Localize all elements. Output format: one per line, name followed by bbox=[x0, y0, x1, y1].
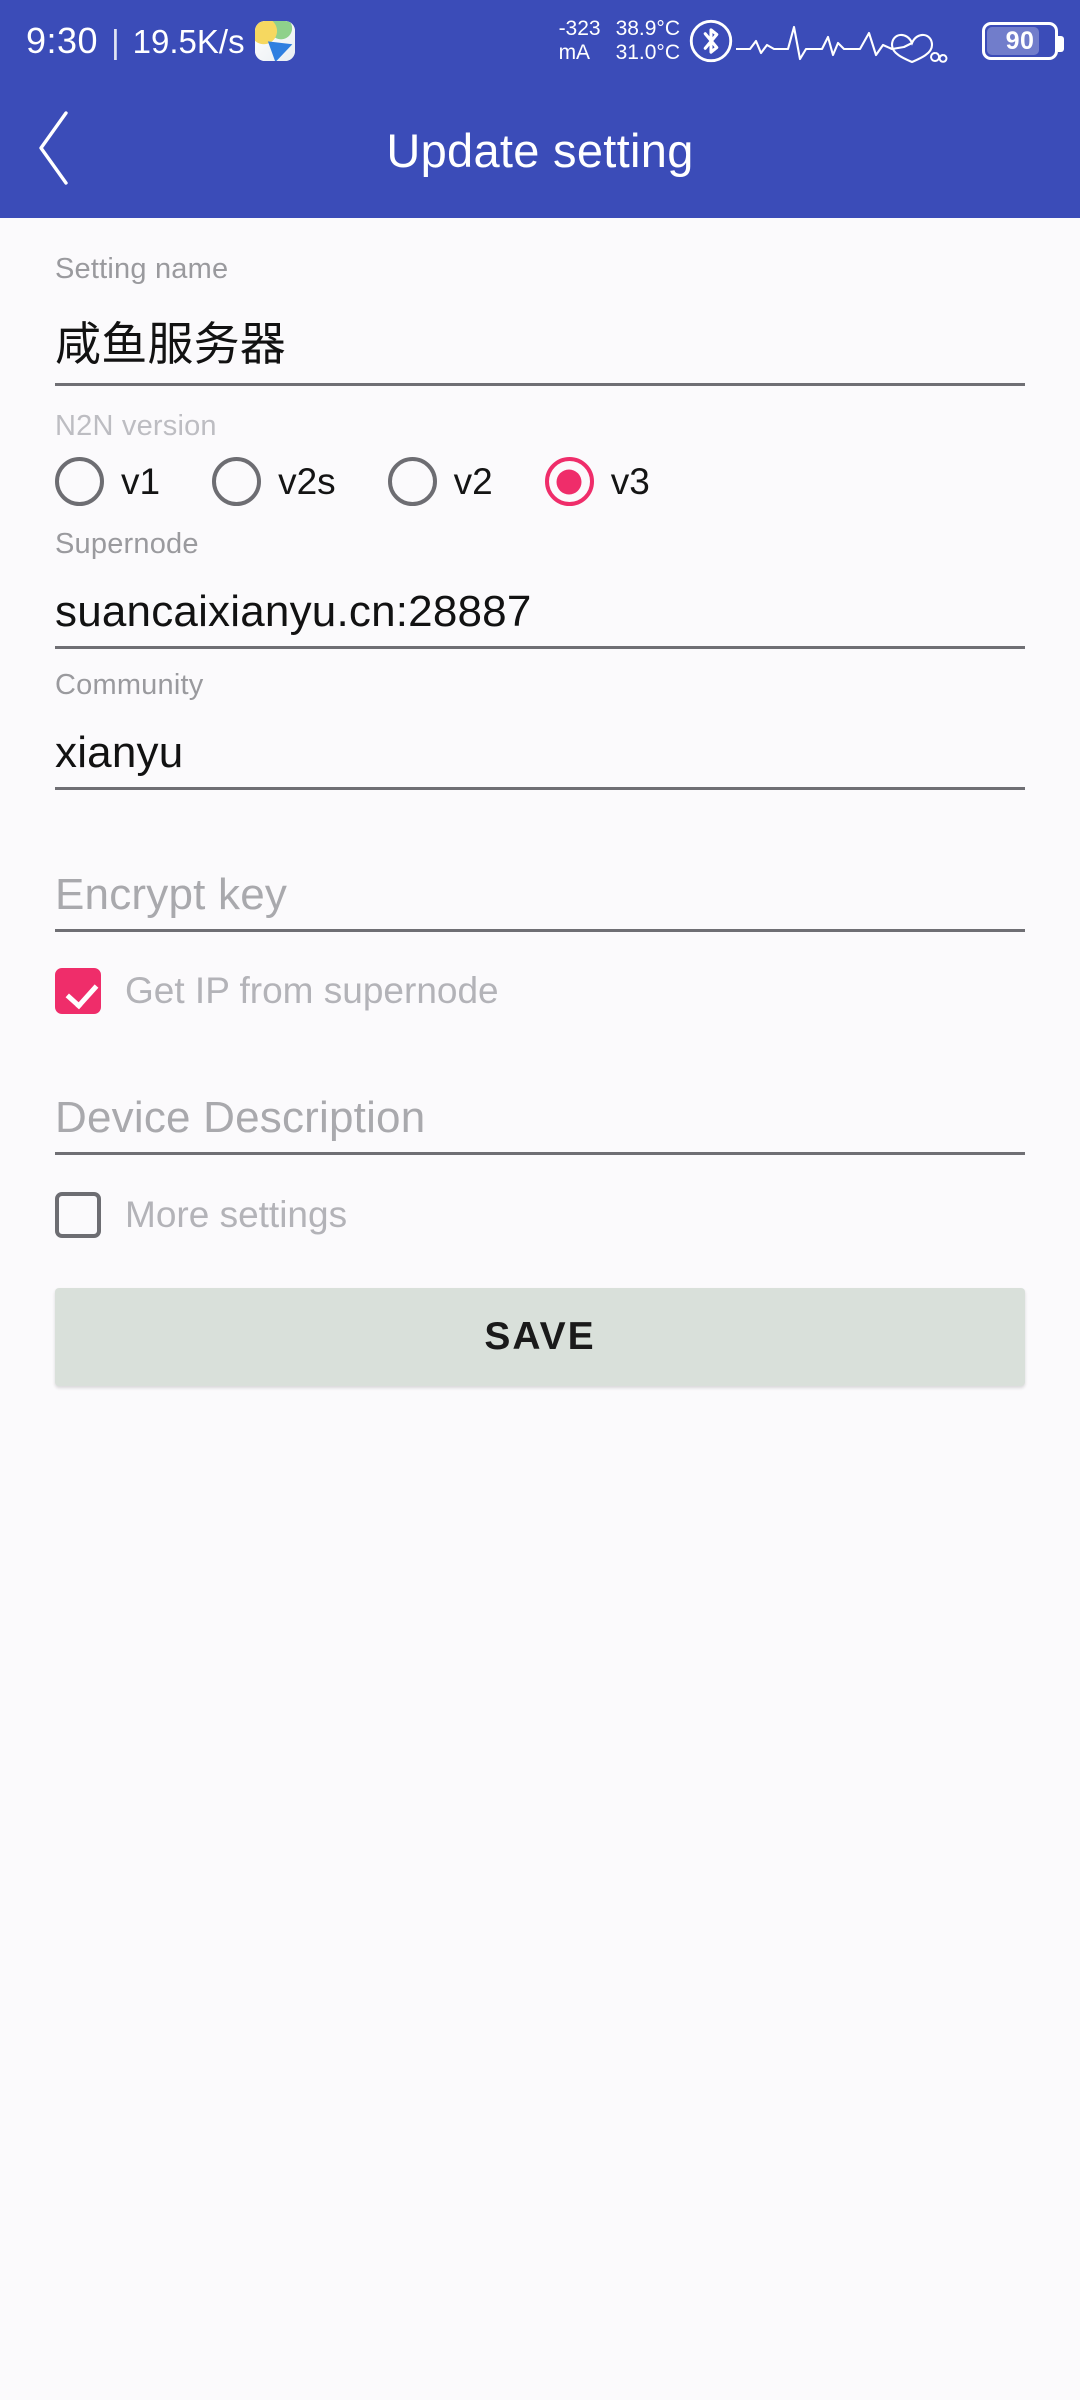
radio-circle-icon[interactable] bbox=[55, 457, 104, 506]
radio-option-v3[interactable]: v3 bbox=[544, 457, 650, 506]
bluetooth-icon bbox=[688, 18, 734, 64]
device-description-field[interactable]: Device Description bbox=[55, 1093, 1025, 1155]
supernode-underline bbox=[55, 646, 1025, 649]
radio-option-v2s[interactable]: v2s bbox=[212, 457, 336, 506]
get-ip-from-supernode-label: Get IP from supernode bbox=[125, 970, 499, 1011]
get-ip-from-supernode-checkbox-row[interactable]: Get IP from supernode bbox=[55, 968, 1025, 1014]
n2n-version-group: N2N version v1 v2s v2 v3 bbox=[55, 410, 1025, 506]
radio-label-v3: v3 bbox=[610, 460, 650, 502]
encrypt-key-field[interactable]: Encrypt key bbox=[55, 870, 1025, 932]
cpu-temp-value: 38.9°C bbox=[615, 17, 680, 41]
more-settings-label: More settings bbox=[125, 1194, 348, 1235]
back-button[interactable] bbox=[0, 82, 110, 218]
community-label: Community bbox=[55, 669, 204, 701]
radio-circle-icon[interactable] bbox=[212, 457, 262, 506]
encrypt-key-input[interactable]: Encrypt key bbox=[55, 870, 1025, 929]
setting-name-field[interactable]: Setting name 咸鱼服务器 bbox=[55, 253, 1025, 386]
status-separator: | bbox=[111, 22, 120, 60]
heartbeat-graph-icon bbox=[734, 19, 976, 64]
settings-form: Setting name 咸鱼服务器 N2N version v1 v2s v2… bbox=[0, 253, 1080, 1386]
setting-name-underline bbox=[55, 383, 1025, 386]
radio-option-v2[interactable]: v2 bbox=[387, 457, 493, 506]
status-bar-right: -323 38.9°C mA 31.0°C 90 bbox=[559, 17, 1064, 64]
supernode-label: Supernode bbox=[55, 528, 199, 560]
status-bar: 9:30 | 19.5K/s -323 38.9°C mA 31.0°C 90 bbox=[0, 0, 1080, 82]
checkbox-checked-icon[interactable] bbox=[55, 968, 101, 1014]
battery-temp-value: 31.0°C bbox=[615, 41, 680, 64]
status-time: 9:30 bbox=[26, 20, 99, 61]
battery-stats: -323 38.9°C mA 31.0°C bbox=[559, 17, 680, 64]
device-description-underline bbox=[55, 1152, 1025, 1155]
more-settings-checkbox-row[interactable]: More settings bbox=[55, 1192, 1025, 1238]
radio-label-v2: v2 bbox=[453, 460, 493, 502]
save-button[interactable]: SAVE bbox=[55, 1288, 1025, 1386]
supernode-field[interactable]: Supernode suancaixianyu.cn:28887 bbox=[55, 528, 1025, 649]
setting-name-input[interactable]: 咸鱼服务器 bbox=[55, 308, 1025, 383]
current-draw-unit: mA bbox=[558, 41, 591, 64]
n2n-version-label: N2N version bbox=[55, 410, 217, 442]
radio-option-v1[interactable]: v1 bbox=[55, 457, 160, 506]
radio-circle-icon[interactable] bbox=[387, 457, 437, 506]
radio-label-v1: v1 bbox=[121, 460, 161, 502]
checkbox-unchecked-icon[interactable] bbox=[55, 1192, 101, 1238]
community-field[interactable]: Community xianyu bbox=[55, 669, 1025, 790]
community-underline bbox=[55, 787, 1025, 790]
app-bar: Update setting bbox=[0, 82, 1080, 218]
status-bar-left: 9:30 | 19.5K/s bbox=[26, 21, 295, 61]
current-draw-value: -323 bbox=[558, 17, 601, 41]
chevron-left-icon bbox=[32, 107, 78, 194]
radio-label-v2s: v2s bbox=[278, 460, 336, 502]
page-title: Update setting bbox=[386, 123, 694, 177]
supernode-input[interactable]: suancaixianyu.cn:28887 bbox=[55, 587, 1025, 646]
network-speed-indicator: 19.5K/s bbox=[132, 22, 245, 60]
battery-level-text: 90 bbox=[1005, 26, 1035, 55]
map-navigation-icon bbox=[254, 21, 295, 61]
community-input[interactable]: xianyu bbox=[55, 728, 1025, 787]
encrypt-key-underline bbox=[55, 929, 1025, 932]
setting-name-label: Setting name bbox=[55, 253, 229, 285]
battery-indicator: 90 bbox=[982, 22, 1064, 60]
device-description-input[interactable]: Device Description bbox=[55, 1093, 1025, 1152]
radio-circle-selected-icon[interactable] bbox=[544, 457, 594, 506]
n2n-version-radio-row: v1 v2s v2 v3 bbox=[55, 457, 1025, 506]
